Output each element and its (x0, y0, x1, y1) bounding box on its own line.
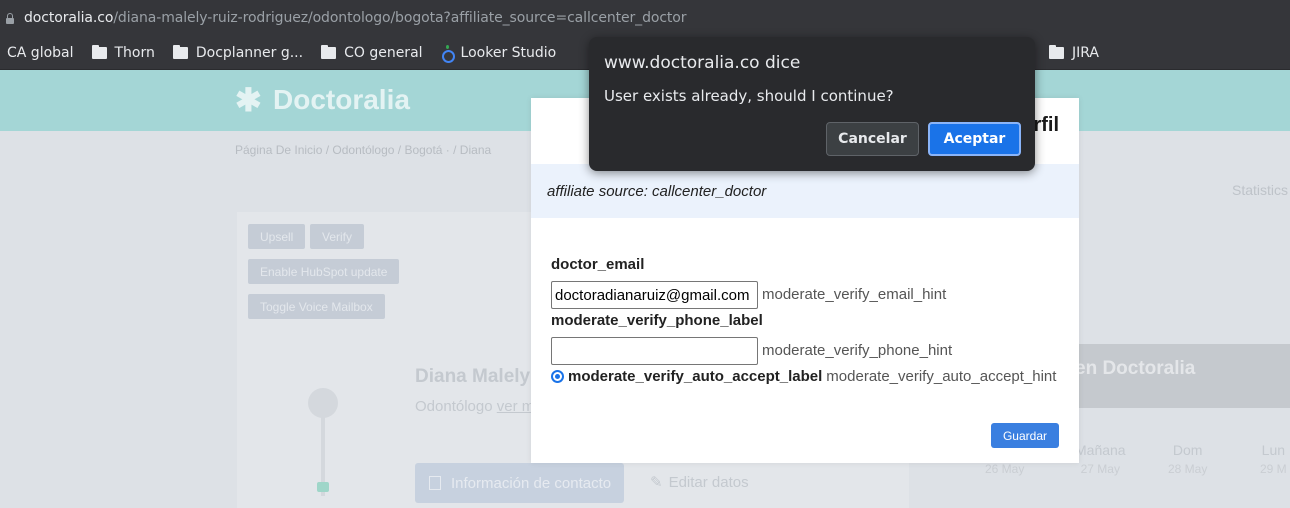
specialty-text: Odontólogo (415, 398, 493, 415)
pencil-icon: ✎ (650, 474, 663, 491)
affiliate-source-banner: affiliate source: callcenter_doctor (531, 164, 1079, 218)
phone-hint: moderate_verify_phone_hint (762, 342, 953, 359)
email-field[interactable] (551, 281, 758, 309)
bookmark-jira[interactable]: JIRA (1049, 44, 1099, 61)
bookmark-label: Docplanner g... (195, 44, 304, 61)
bookmark-thorn[interactable]: Thorn (91, 44, 155, 61)
phone-label: moderate_verify_phone_label (551, 312, 763, 329)
upsell-button[interactable]: Upsell (248, 224, 306, 249)
avatar (308, 388, 338, 508)
bookmark-label: JIRA (1072, 44, 1099, 61)
doctoralia-star-icon: ✱ (235, 82, 262, 118)
day-label: Lun (1261, 442, 1286, 458)
auto-accept-option[interactable]: moderate_verify_auto_accept_label modera… (551, 368, 1056, 385)
booking-card-title: en Doctoralia (1075, 358, 1196, 379)
profile-name: Diana Malely (415, 366, 531, 387)
doctoralia-logo[interactable]: ✱ Doctoralia (235, 84, 410, 116)
day-date: 28 May (1168, 462, 1208, 476)
document-icon (429, 476, 441, 490)
calendar-day[interactable]: Mañana 27 May (1075, 442, 1126, 476)
address-bar[interactable]: doctoralia.co/diana-malely-ruiz-rodrigue… (0, 0, 1290, 36)
calendar-day[interactable]: Lun 29 M (1260, 442, 1287, 476)
calendar-day[interactable]: Dom 28 May (1168, 442, 1207, 476)
bookmark-label: CO general (344, 44, 423, 61)
bookmark-looker-studio[interactable]: Looker Studio (441, 44, 557, 63)
contact-info-label: Información de contacto (451, 474, 612, 492)
email-label: doctor_email (551, 256, 645, 273)
browser-alert-dialog: www.doctoralia.co dice User exists alrea… (589, 37, 1035, 171)
profile-more-link[interactable]: ver m (497, 398, 535, 415)
affiliate-source-text: affiliate source: callcenter_doctor (547, 182, 767, 200)
day-label: Mañana (1075, 442, 1126, 458)
folder-icon (321, 44, 337, 59)
day-date: 29 M (1260, 462, 1287, 476)
bookmark-label: CA global (7, 44, 74, 61)
looker-studio-icon (441, 44, 455, 63)
alert-message: User exists already, should I continue? (604, 87, 894, 105)
day-date: 26 May (985, 462, 1025, 476)
phone-field[interactable] (551, 337, 758, 365)
tab-statistics[interactable]: Statistics (1232, 182, 1288, 198)
bookmark-ca-global[interactable]: CA global (0, 45, 74, 61)
profile-specialty: Odontólogo ver m (415, 398, 534, 415)
accept-button[interactable]: Aceptar (928, 122, 1021, 156)
edit-data-link[interactable]: ✎ Editar datos (650, 473, 749, 491)
auto-accept-hint: moderate_verify_auto_accept_hint (826, 368, 1057, 385)
auto-accept-radio[interactable] (551, 370, 564, 383)
breadcrumb: Página De Inicio / Odontólogo / Bogotá ·… (235, 143, 492, 157)
bookmark-docplanner[interactable]: Docplanner g... (172, 44, 304, 61)
modal-title: rfil (1033, 114, 1059, 136)
day-label: Dom (1172, 442, 1203, 458)
email-hint: moderate_verify_email_hint (762, 286, 947, 303)
bookmark-co-general[interactable]: CO general (321, 44, 423, 61)
folder-icon (172, 44, 188, 59)
day-date: 27 May (1080, 462, 1120, 476)
bookmark-label: Thorn (114, 44, 155, 61)
contact-info-button[interactable]: Información de contacto (415, 463, 624, 503)
folder-icon (1049, 44, 1064, 59)
auto-accept-label: moderate_verify_auto_accept_label (568, 368, 823, 385)
cancel-button[interactable]: Cancelar (826, 122, 919, 156)
logo-text: Doctoralia (273, 84, 410, 115)
bookmark-label: Looker Studio (460, 44, 557, 61)
verify-button[interactable]: Verify (310, 224, 365, 249)
url-text[interactable]: doctoralia.co/diana-malely-ruiz-rodrigue… (24, 10, 687, 26)
save-button[interactable]: Guardar (990, 423, 1059, 448)
folder-icon (91, 44, 107, 59)
edit-data-label: Editar datos (668, 474, 749, 491)
alert-title: www.doctoralia.co dice (604, 53, 801, 73)
toggle-voice-mailbox-button[interactable]: Toggle Voice Mailbox (248, 294, 385, 319)
lock-icon[interactable] (6, 12, 16, 24)
enable-hubspot-button[interactable]: Enable HubSpot update (248, 259, 400, 284)
